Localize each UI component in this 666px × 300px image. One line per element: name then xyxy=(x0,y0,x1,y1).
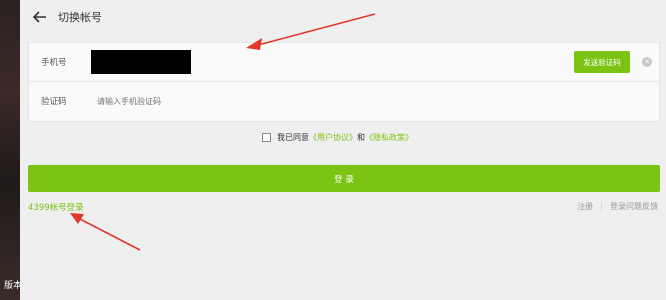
register-link[interactable]: 注册 xyxy=(577,201,593,212)
agreement-prefix: 我已同意 xyxy=(277,133,309,142)
login-form: 手机号 发送验证码 ✕ 验证码 xyxy=(28,42,660,122)
header: 切换帐号 xyxy=(20,0,666,34)
back-arrow-icon[interactable] xyxy=(32,9,48,25)
account-login-link[interactable]: 4399帐号登录 xyxy=(28,201,84,213)
divider: | xyxy=(600,202,603,211)
clear-icon[interactable]: ✕ xyxy=(642,57,652,67)
phone-row: 手机号 发送验证码 ✕ xyxy=(29,43,659,82)
privacy-policy-link[interactable]: 《隐私政策》 xyxy=(365,132,413,143)
code-label: 验证码 xyxy=(41,97,67,107)
agreement-and: 和 xyxy=(357,133,365,142)
login-button[interactable]: 登 录 xyxy=(28,165,660,192)
checkbox-icon[interactable] xyxy=(262,133,271,142)
code-row: 验证码 xyxy=(29,82,659,120)
background-strip-left xyxy=(0,0,20,300)
code-input[interactable] xyxy=(95,95,399,107)
page-title: 切换帐号 xyxy=(58,11,102,24)
phone-label: 手机号 xyxy=(41,58,67,68)
agreement-row: 我已同意 《用户协议》 和 《隐私政策》 xyxy=(262,132,413,143)
feedback-link[interactable]: 登录问题反馈 xyxy=(610,201,658,212)
phone-input-redacted[interactable] xyxy=(91,50,191,74)
bottom-links: 注册 | 登录问题反馈 xyxy=(577,201,658,212)
send-code-button[interactable]: 发送验证码 xyxy=(574,51,630,73)
login-panel: 切换帐号 手机号 发送验证码 ✕ 验证码 我已同意 《用户协议》 和 《隐私政策… xyxy=(20,0,666,300)
user-agreement-link[interactable]: 《用户协议》 xyxy=(309,132,357,143)
